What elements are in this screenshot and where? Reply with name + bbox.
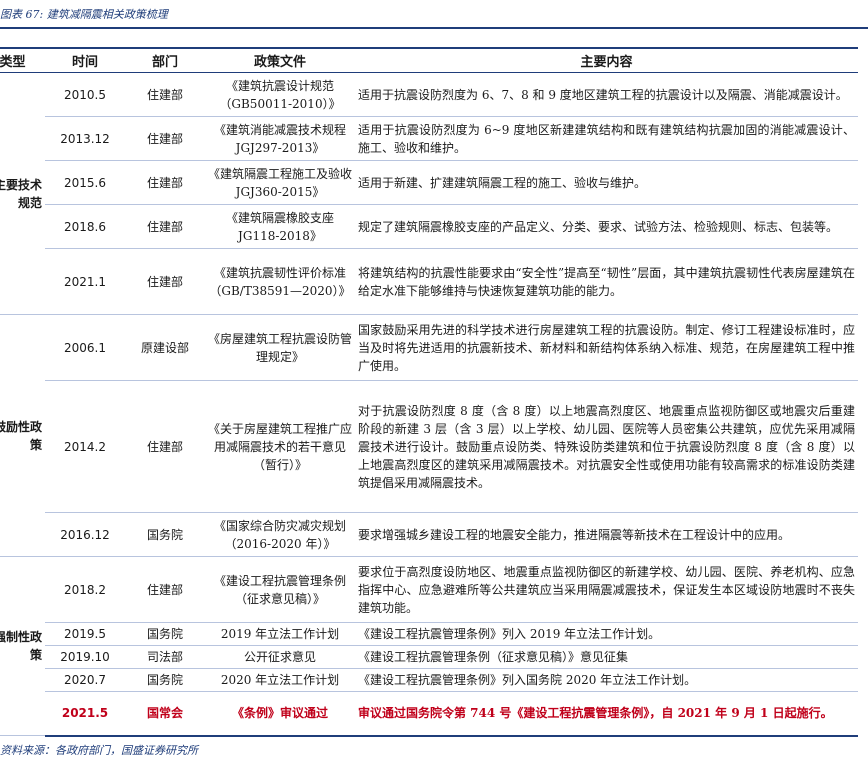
time-cell: 2018.6 — [45, 204, 125, 249]
time-cell: 2015.6 — [45, 160, 125, 205]
time-cell: 2013.12 — [45, 116, 125, 161]
file-cell: 《建筑隔震工程施工及验收 JGJ360-2015》 — [205, 160, 355, 205]
dept-cell: 司法部 — [125, 645, 205, 669]
file-cell: 《条例》审议通过 — [205, 691, 355, 737]
dept-cell: 住建部 — [125, 72, 205, 117]
time-cell: 2021.1 — [45, 248, 125, 315]
time-cell: 2020.7 — [45, 668, 125, 692]
table-row: 2014.2 住建部 《关于房屋建筑工程推广应用减隔震技术的若干意见（暂行）》 … — [0, 380, 858, 513]
content-cell: 《建设工程抗震管理条例》列入国务院 2020 年立法工作计划。 — [355, 668, 858, 692]
file-cell: 《关于房屋建筑工程推广应用减隔震技术的若干意见（暂行）》 — [205, 380, 355, 513]
content-cell: 适用于新建、扩建建筑隔震工程的施工、验收与维护。 — [355, 160, 858, 205]
header-time: 时间 — [45, 47, 125, 73]
table-row: 2019.5 国务院 2019 年立法工作计划 《建设工程抗震管理条例》列入 2… — [0, 622, 858, 646]
table-caption: 图表 67: 建筑减隔震相关政策梳理 — [0, 8, 168, 21]
policy-table: 类型 时间 部门 政策文件 主要内容 主要技术规范 2010.5 住建部 《建筑… — [0, 47, 858, 737]
time-cell: 2021.5 — [45, 691, 125, 737]
dept-cell: 住建部 — [125, 248, 205, 315]
table-row: 2020.7 国务院 2020 年立法工作计划 《建设工程抗震管理条例》列入国务… — [0, 668, 858, 692]
dept-cell: 住建部 — [125, 556, 205, 623]
file-cell: 《建筑隔震橡胶支座 JG118-2018》 — [205, 204, 355, 249]
content-cell: 对于抗震设防烈度 8 度（含 8 度）以上地震高烈度区、地震重点监视防御区或地震… — [355, 380, 858, 513]
time-cell: 2019.10 — [45, 645, 125, 669]
time-cell: 2016.12 — [45, 512, 125, 557]
file-cell: 《建筑消能减震技术规程 JGJ297-2013》 — [205, 116, 355, 161]
source-note: 资料来源：各政府部门，国盛证券研究所 — [0, 744, 198, 757]
table-row: 鼓励性政策 2006.1 原建设部 《房屋建筑工程抗震设防管理规定》 国家鼓励采… — [0, 314, 858, 557]
header-file: 政策文件 — [205, 47, 355, 73]
dept-cell: 国务院 — [125, 512, 205, 557]
dept-cell: 国务院 — [125, 668, 205, 692]
content-cell: 《建设工程抗震管理条例（征求意见稿）》意见征集 — [355, 645, 858, 669]
content-cell: 《建设工程抗震管理条例》列入 2019 年立法工作计划。 — [355, 622, 858, 646]
content-cell: 适用于抗震设防烈度为 6~9 度地区新建建筑结构和既有建筑结构抗震加固的消能减震… — [355, 116, 858, 161]
table-row: 2021.1 住建部 《建筑抗震韧性评价标准（GB/T38591—2020）》 … — [0, 248, 858, 315]
table-row-highlighted: 2021.5 国常会 《条例》审议通过 审议通过国务院令第 744 号《建设工程… — [0, 691, 858, 737]
table-row: 2016.12 国务院 《国家综合防灾减灾规划（2016-2020 年）》 要求… — [0, 512, 858, 557]
dept-cell: 原建设部 — [125, 314, 205, 381]
time-cell: 2019.5 — [45, 622, 125, 646]
dept-cell: 国务院 — [125, 622, 205, 646]
category-cell: 强制性政策 — [0, 556, 45, 736]
file-cell: 《建筑抗震设计规范（GB50011-2010）》 — [205, 72, 355, 117]
table-row: 2013.12 住建部 《建筑消能减震技术规程 JGJ297-2013》 适用于… — [0, 116, 858, 161]
file-cell: 《房屋建筑工程抗震设防管理规定》 — [205, 314, 355, 381]
dept-cell: 国常会 — [125, 691, 205, 737]
content-cell: 规定了建筑隔震橡胶支座的产品定义、分类、要求、试验方法、检验规则、标志、包装等。 — [355, 204, 858, 249]
top-rule — [0, 27, 868, 29]
file-cell: 《建设工程抗震管理条例（征求意见稿）》 — [205, 556, 355, 623]
table-row: 2019.10 司法部 公开征求意见 《建设工程抗震管理条例（征求意见稿）》意见… — [0, 645, 858, 669]
time-cell: 2018.2 — [45, 556, 125, 623]
category-cell: 鼓励性政策 — [0, 314, 45, 557]
file-cell: 2019 年立法工作计划 — [205, 622, 355, 646]
header-row: 类型 时间 部门 政策文件 主要内容 — [0, 47, 858, 73]
time-cell: 2006.1 — [45, 314, 125, 381]
time-cell: 2010.5 — [45, 72, 125, 117]
file-cell: 《国家综合防灾减灾规划（2016-2020 年）》 — [205, 512, 355, 557]
time-cell: 2014.2 — [45, 380, 125, 513]
file-cell: 《建筑抗震韧性评价标准（GB/T38591—2020）》 — [205, 248, 355, 315]
table-row: 主要技术规范 2010.5 住建部 《建筑抗震设计规范（GB50011-2010… — [0, 72, 858, 315]
dept-cell: 住建部 — [125, 380, 205, 513]
content-cell: 将建筑结构的抗震性能要求由“安全性”提高至“韧性”层面，其中建筑抗震韧性代表房屋… — [355, 248, 858, 315]
content-cell: 国家鼓励采用先进的科学技术进行房屋建筑工程的抗震设防。制定、修订工程建设标准时，… — [355, 314, 858, 381]
table-row: 2015.6 住建部 《建筑隔震工程施工及验收 JGJ360-2015》 适用于… — [0, 160, 858, 205]
file-cell: 2020 年立法工作计划 — [205, 668, 355, 692]
dept-cell: 住建部 — [125, 204, 205, 249]
table-row: 2018.6 住建部 《建筑隔震橡胶支座 JG118-2018》 规定了建筑隔震… — [0, 204, 858, 249]
dept-cell: 住建部 — [125, 116, 205, 161]
content-cell: 要求位于高烈度设防地区、地震重点监视防御区的新建学校、幼儿园、医院、养老机构、应… — [355, 556, 858, 623]
header-dept: 部门 — [125, 47, 205, 73]
table-row: 强制性政策 2018.2 住建部 《建设工程抗震管理条例（征求意见稿）》 要求位… — [0, 556, 858, 736]
header-content: 主要内容 — [355, 47, 858, 73]
category-cell: 主要技术规范 — [0, 72, 45, 315]
content-cell: 适用于抗震设防烈度为 6、7、8 和 9 度地区建筑工程的抗震设计以及隔震、消能… — [355, 72, 858, 117]
header-type: 类型 — [0, 47, 45, 73]
file-cell: 公开征求意见 — [205, 645, 355, 669]
content-cell: 审议通过国务院令第 744 号《建设工程抗震管理条例》，自 2021 年 9 月… — [355, 691, 858, 737]
dept-cell: 住建部 — [125, 160, 205, 205]
content-cell: 要求增强城乡建设工程的地震安全能力，推进隔震等新技术在工程设计中的应用。 — [355, 512, 858, 557]
